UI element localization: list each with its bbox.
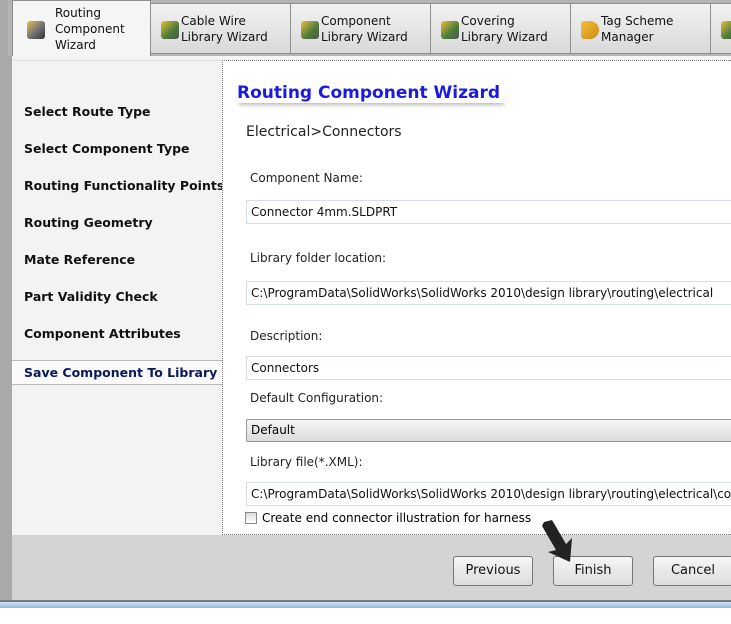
description-input[interactable]: Connectors [246,356,731,380]
page-title: Routing Component Wizard [237,83,506,103]
taskbar-strip [0,600,731,608]
cable-wire-icon [161,21,179,39]
covering-library-icon [441,21,459,39]
wizard-steps-sidebar: Select Route Type Select Component Type … [12,60,224,535]
button-bar: Previous Finish Cancel [12,535,731,600]
breadcrumb: Electrical>Connectors [246,124,402,140]
tag-icon [581,21,599,39]
tab-bar: Routing Component Wizard Cable Wire Libr… [8,0,731,56]
default-configuration-label: Default Configuration: [250,391,384,405]
component-name-input[interactable]: Connector 4mm.SLDPRT [246,200,731,224]
harness-illustration-label: Create end connector illustration for ha… [262,511,532,525]
library-folder-input[interactable]: C:\ProgramData\SolidWorks\SolidWorks 201… [246,281,731,305]
wizard-main-panel: Routing Component Wizard Electrical>Conn… [222,60,731,535]
library-folder-label: Library folder location: [250,251,387,265]
cancel-button[interactable]: Cancel [653,556,731,586]
harness-illustration-checkbox[interactable] [245,512,257,524]
previous-button[interactable]: Previous [453,556,533,586]
tab-routing-component-wizard[interactable]: Routing Component Wizard [12,0,151,56]
step-routing-geometry[interactable]: Routing Geometry [24,215,153,230]
step-select-component-type[interactable]: Select Component Type [24,141,190,156]
component-name-label: Component Name: [250,171,363,185]
tab-component-library-wizard[interactable]: Component Library Wizard [290,3,431,54]
harness-illustration-checkbox-row[interactable]: Create end connector illustration for ha… [245,511,531,525]
step-select-route-type[interactable]: Select Route Type [24,104,151,119]
tab-more[interactable] [710,3,731,54]
description-label: Description: [250,329,323,343]
library-file-input[interactable]: C:\ProgramData\SolidWorks\SolidWorks 201… [246,482,731,506]
default-configuration-dropdown[interactable]: Default [246,419,731,442]
step-mate-reference[interactable]: Mate Reference [24,252,135,267]
step-part-validity-check[interactable]: Part Validity Check [24,289,158,304]
step-routing-functionality-points[interactable]: Routing Functionality Points [24,178,224,193]
pointer-arrow-icon [542,520,572,562]
overflow-tab-icon [721,21,731,39]
component-library-icon [301,21,319,39]
tab-covering-library-wizard[interactable]: Covering Library Wizard [430,3,571,54]
library-file-label: Library file(*.XML): [250,455,363,469]
routing-component-icon [27,21,45,39]
tab-tag-scheme-manager[interactable]: Tag Scheme Manager [570,3,711,54]
tab-cable-wire-library-wizard[interactable]: Cable Wire Library Wizard [150,3,291,54]
step-component-attributes[interactable]: Component Attributes [24,326,181,341]
step-save-component-to-library[interactable]: Save Component To Library [12,360,222,385]
wizard-content: Select Route Type Select Component Type … [12,56,731,600]
